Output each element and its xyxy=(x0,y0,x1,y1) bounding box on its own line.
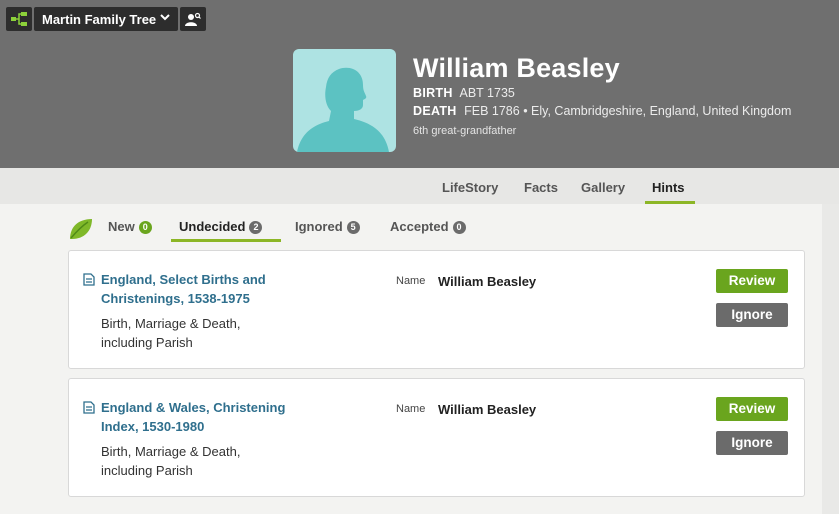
hint-card: England, Select Births and Christenings,… xyxy=(68,250,805,369)
find-person-button[interactable] xyxy=(180,7,207,31)
tab-facts[interactable]: Facts xyxy=(524,180,558,195)
filter-accepted-count: 0 xyxy=(452,221,466,234)
filter-new-count: 0 xyxy=(138,221,152,234)
tree-selector-button[interactable]: Martin Family Tree xyxy=(34,7,179,31)
scrollbar-track[interactable] xyxy=(822,204,839,514)
filter-new-label: New xyxy=(108,219,135,234)
filter-accepted[interactable]: Accepted 0 xyxy=(390,219,466,234)
relationship-label: 6th great-grandfather xyxy=(413,125,517,137)
filter-undecided[interactable]: Undecided 2 xyxy=(179,219,263,234)
active-filter-indicator xyxy=(171,239,281,242)
record-title-link[interactable]: England & Wales, Christening Index, 1530… xyxy=(101,398,291,436)
review-button[interactable]: Review xyxy=(716,397,788,421)
person-avatar[interactable] xyxy=(293,49,396,152)
record-description: Birth, Marriage & Death, including Paris… xyxy=(101,444,241,478)
record-title-link[interactable]: England, Select Births and Christenings,… xyxy=(101,270,291,308)
death-label: DEATH xyxy=(413,104,457,118)
filter-ignored-count: 5 xyxy=(346,221,360,234)
death-value: FEB 1786 • Ely, Cambridgeshire, England,… xyxy=(464,104,792,118)
filter-accepted-label: Accepted xyxy=(390,219,449,234)
name-label: Name xyxy=(396,403,426,415)
ignore-button[interactable]: Ignore xyxy=(716,431,788,455)
tab-hints[interactable]: Hints xyxy=(652,180,685,195)
tab-gallery[interactable]: Gallery xyxy=(581,180,625,195)
name-label: Name xyxy=(396,275,426,287)
birth-value: ABT 1735 xyxy=(459,86,515,100)
tree-toolbar: Martin Family Tree xyxy=(6,7,207,31)
death-line: DEATH FEB 1786 • Ely, Cambridgeshire, En… xyxy=(413,102,791,120)
filter-ignored-label: Ignored xyxy=(295,219,343,234)
hint-card: England & Wales, Christening Index, 1530… xyxy=(68,378,805,497)
review-button[interactable]: Review xyxy=(716,269,788,293)
record-description: Birth, Marriage & Death, including Paris… xyxy=(101,316,241,350)
person-header: Martin Family Tree William Beasley BIRTH… xyxy=(0,0,839,168)
person-name: William Beasley xyxy=(413,53,620,83)
person-search-icon xyxy=(185,12,202,26)
birth-label: BIRTH xyxy=(413,86,453,100)
active-tab-indicator xyxy=(645,201,695,204)
filter-undecided-label: Undecided xyxy=(179,219,246,234)
document-icon xyxy=(83,273,95,286)
ignore-button[interactable]: Ignore xyxy=(716,303,788,327)
birth-line: BIRTH ABT 1735 xyxy=(413,84,791,102)
filter-new[interactable]: New 0 xyxy=(108,219,152,234)
filter-undecided-count: 2 xyxy=(249,221,263,234)
tree-name: Martin Family Tree xyxy=(42,11,157,27)
family-tree-icon xyxy=(11,12,27,26)
leaf-icon xyxy=(70,219,92,239)
chevron-down-icon xyxy=(160,13,170,24)
name-value: William Beasley xyxy=(438,274,537,289)
name-value: William Beasley xyxy=(438,402,537,417)
person-silhouette-icon xyxy=(297,67,389,152)
document-icon xyxy=(83,401,95,414)
person-nav: LifeStory Facts Gallery Hints xyxy=(0,168,839,204)
tree-view-button[interactable] xyxy=(6,7,32,31)
tab-lifestory[interactable]: LifeStory xyxy=(442,180,498,195)
person-info: William Beasley BIRTH ABT 1735 DEATH FEB… xyxy=(413,52,791,137)
filter-ignored[interactable]: Ignored 5 xyxy=(295,219,360,234)
